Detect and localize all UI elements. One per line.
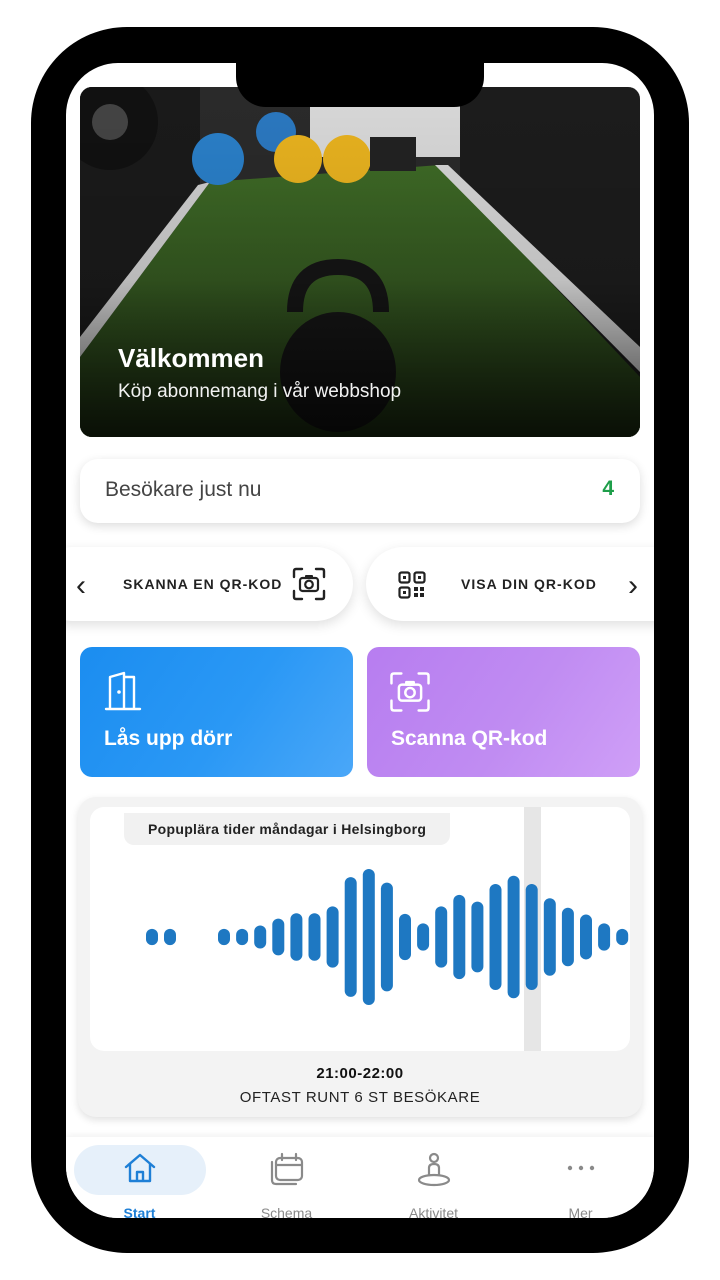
- scan-qr-pill[interactable]: SKANNA EN QR-KOD: [66, 547, 353, 621]
- popular-times-bar: [616, 928, 629, 946]
- popular-times-bar: [308, 913, 321, 961]
- scan-qr-tile-label: Scanna QR-kod: [391, 727, 548, 750]
- popular-times-title: Popuplära tider måndagar i Helsingborg: [124, 813, 451, 845]
- popular-times-bar: [218, 928, 230, 946]
- popular-times-bar: [326, 906, 339, 968]
- scan-qr-button[interactable]: Scanna QR-kod: [367, 647, 640, 777]
- popular-times-bar: [417, 923, 430, 951]
- door-icon: [104, 671, 142, 711]
- popular-times-bar: [435, 906, 448, 968]
- nav-label-mer: Mer: [568, 1205, 593, 1218]
- popular-times-card: Popuplära tider måndagar i Helsingborg 2…: [78, 797, 642, 1117]
- unlock-door-label: Lås upp dörr: [104, 727, 233, 750]
- popular-times-bar: [453, 894, 466, 980]
- popular-times-bar: [254, 925, 267, 949]
- popular-times-bar: [146, 928, 158, 946]
- hero-title: Välkommen: [118, 343, 264, 373]
- visitors-now-card: Besökare just nu 4: [80, 459, 640, 523]
- scan-qr-label: SKANNA EN QR-KOD: [123, 576, 283, 592]
- camera-scan-icon: [292, 567, 326, 601]
- popular-times-bar: [344, 877, 357, 997]
- popular-times-bar: [399, 913, 411, 961]
- popular-time-range: 21:00-22:00: [316, 1065, 404, 1082]
- nav-item-aktivitet[interactable]: Aktivitet: [360, 1137, 507, 1218]
- nav-item-start[interactable]: Start: [66, 1137, 213, 1218]
- visitors-count: 4: [602, 477, 614, 500]
- popular-times-bar: [507, 875, 520, 999]
- calendar-icon: [270, 1152, 303, 1186]
- popular-times-bar: [290, 913, 303, 961]
- qr-code-icon: [398, 571, 426, 599]
- popular-times-bar: [236, 928, 249, 946]
- popular-times-bar: [164, 928, 176, 946]
- popular-times-bar: [362, 869, 375, 1005]
- phone-notch: [236, 27, 484, 107]
- popular-times-bar: [543, 898, 556, 976]
- visitors-label: Besökare just nu: [105, 478, 262, 501]
- popular-times-bar: [580, 914, 592, 960]
- show-qr-label: VISA DIN QR-KOD: [461, 576, 597, 592]
- popular-times-bar: [471, 901, 484, 973]
- popular-times-bar: [561, 907, 574, 967]
- hero-subtitle: Köp abonnemang i vår webbshop: [118, 381, 402, 402]
- nav-label-aktivitet: Aktivitet: [408, 1205, 458, 1218]
- unlock-door-button[interactable]: Lås upp dörr: [80, 647, 353, 777]
- app-screen: Välkommen Köp abonnemang i vår webbshop …: [66, 63, 654, 1218]
- popular-times-bar: [272, 918, 285, 956]
- nav-label-start: Start: [123, 1205, 156, 1218]
- popular-times-chart-area[interactable]: Popuplära tider måndagar i Helsingborg: [90, 807, 630, 1051]
- chevron-right-icon[interactable]: ›: [628, 571, 638, 601]
- bottom-navigation: Start Schema Aktivitet Mer: [66, 1137, 654, 1218]
- nav-label-schema: Schema: [260, 1205, 313, 1218]
- chevron-left-icon[interactable]: ‹: [76, 571, 86, 601]
- welcome-banner[interactable]: Välkommen Köp abonnemang i vår webbshop: [80, 87, 640, 437]
- camera-scan-icon: [390, 672, 430, 712]
- more-dots-icon: [567, 1165, 594, 1171]
- nav-item-schema[interactable]: Schema: [213, 1137, 360, 1218]
- show-qr-pill[interactable]: VISA DIN QR-KOD: [366, 547, 654, 621]
- popular-description: OFTAST RUNT 6 ST BESÖKARE: [239, 1089, 481, 1106]
- nav-item-mer[interactable]: Mer: [507, 1137, 654, 1218]
- activity-person-icon: [417, 1152, 450, 1187]
- popular-times-bar: [525, 883, 538, 991]
- popular-times-bar: [489, 883, 502, 991]
- popular-times-bar: [380, 882, 393, 992]
- popular-times-bar: [598, 923, 611, 951]
- home-icon: [124, 1153, 155, 1183]
